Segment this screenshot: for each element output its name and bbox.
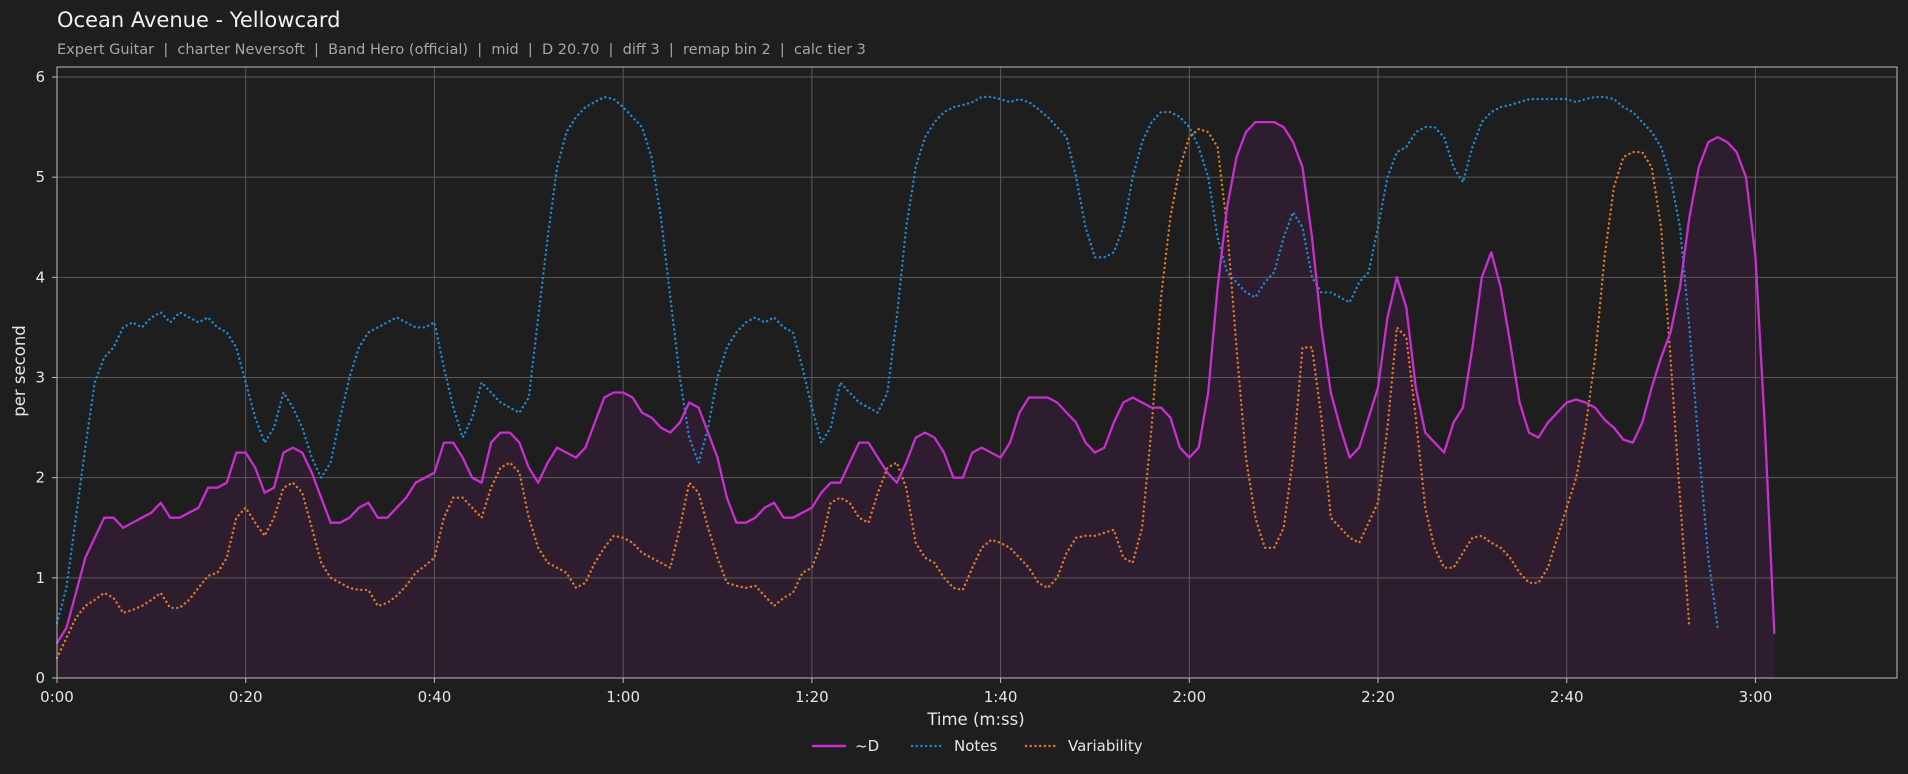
- x-tick-label-6: 2:00: [1172, 688, 1206, 706]
- y-tick-label-0: 0: [35, 669, 45, 687]
- x-axis-label: Time (m:ss): [926, 710, 1024, 729]
- legend-label-0: ~D: [855, 737, 879, 755]
- x-tick-label-8: 2:40: [1550, 688, 1584, 706]
- x-tick-label-3: 1:00: [606, 688, 640, 706]
- chart: Ocean Avenue - Yellowcard Expert Guitar …: [0, 0, 1908, 774]
- x-tick-label-0: 0:00: [40, 688, 74, 706]
- legend-label-1: Notes: [954, 737, 998, 755]
- chart-subtitle: Expert Guitar | charter Neversoft | Band…: [57, 42, 866, 58]
- y-tick-label-6: 6: [35, 68, 45, 86]
- x-tick-label-5: 1:40: [984, 688, 1018, 706]
- x-tick-label-9: 3:00: [1739, 688, 1773, 706]
- legend: ~D Notes Variability: [811, 737, 1143, 755]
- y-tick-label-1: 1: [35, 569, 45, 587]
- y-tick-label-3: 3: [35, 369, 45, 387]
- x-tick-label-1: 0:20: [229, 688, 263, 706]
- legend-label-2: Variability: [1068, 737, 1143, 755]
- y-tick-label-2: 2: [35, 469, 45, 487]
- y-axis-label: per second: [10, 325, 29, 417]
- x-tick-label-4: 1:20: [795, 688, 829, 706]
- x-tick-label-2: 0:40: [418, 688, 452, 706]
- chart-title: Ocean Avenue - Yellowcard: [57, 8, 340, 32]
- x-tick-label-7: 2:20: [1361, 688, 1395, 706]
- y-tick-label-4: 4: [35, 268, 45, 286]
- y-tick-label-5: 5: [35, 168, 45, 186]
